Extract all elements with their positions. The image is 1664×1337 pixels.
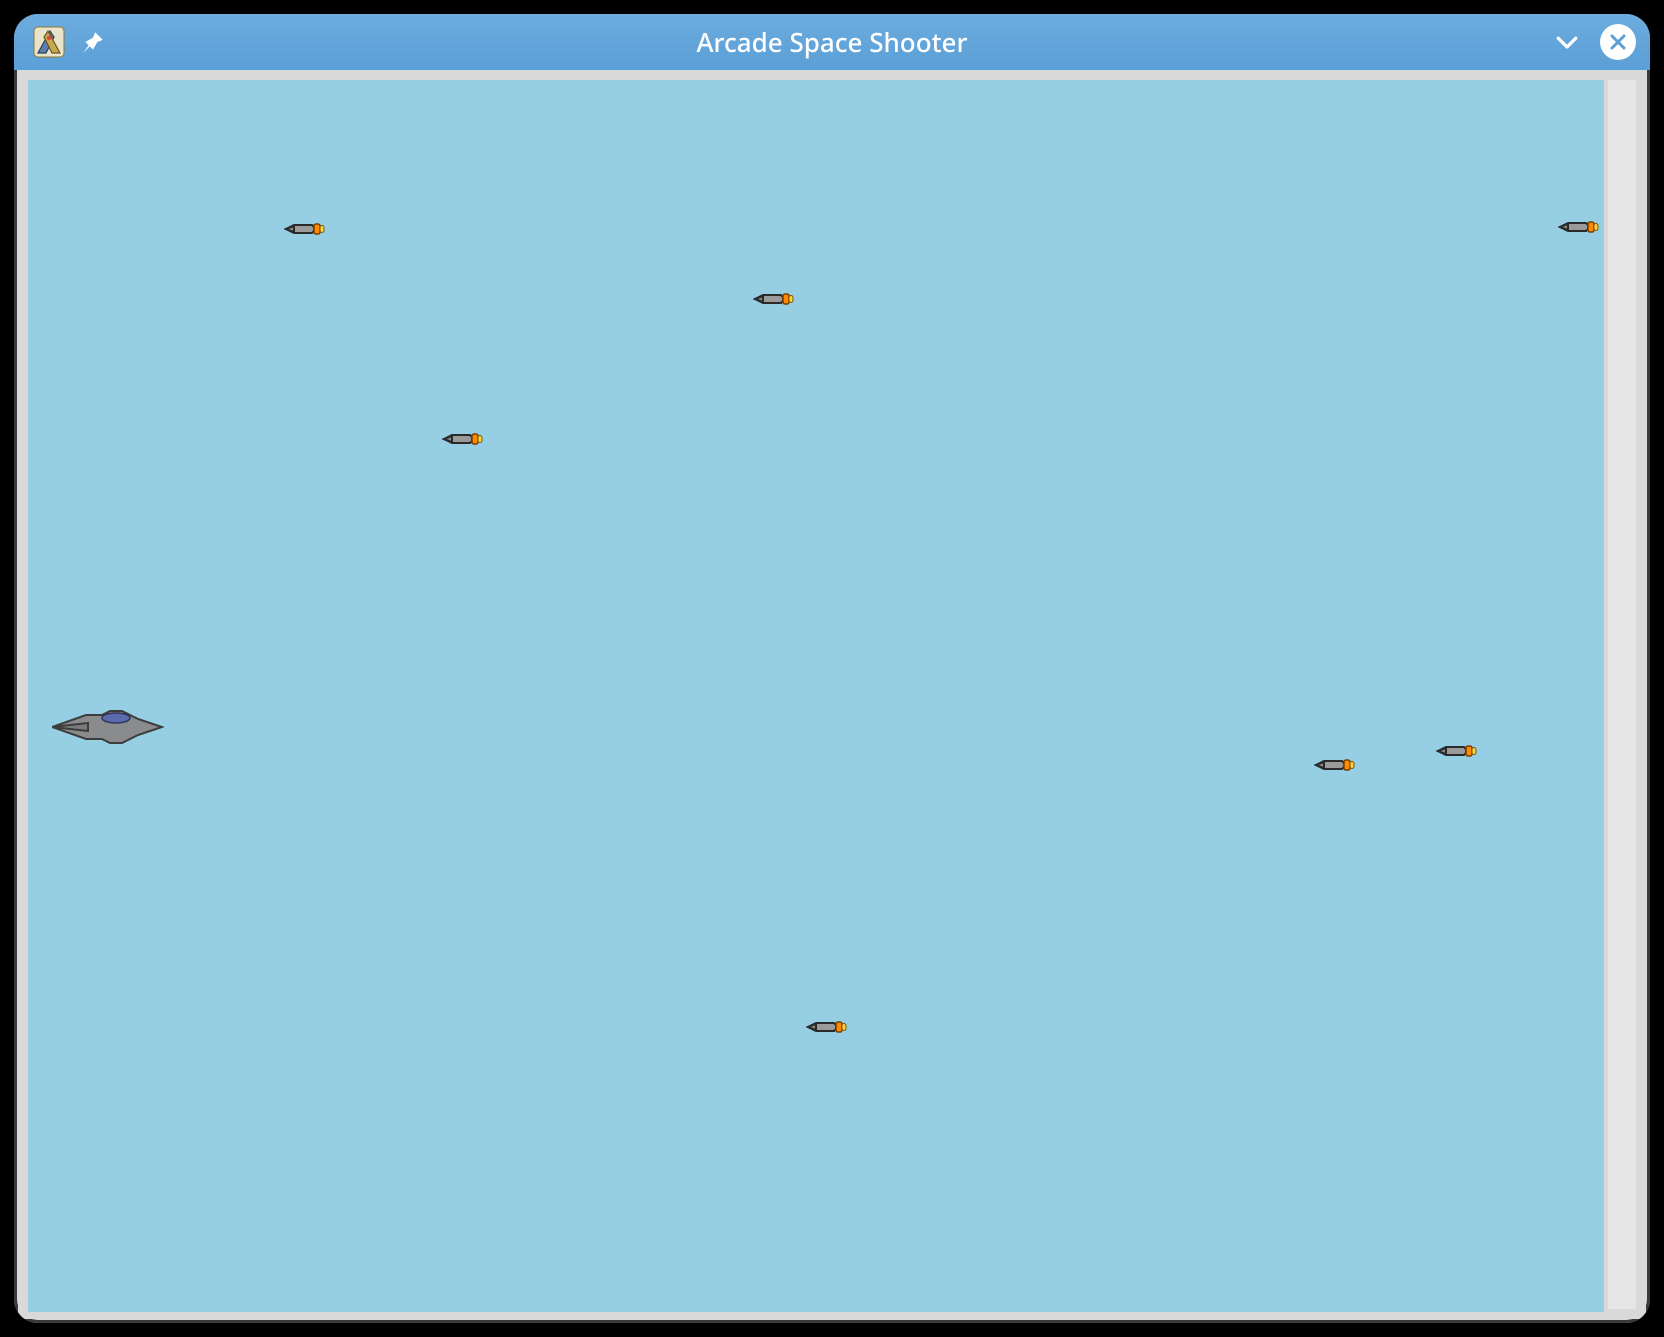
enemy-ship-4 (1314, 756, 1356, 772)
close-button[interactable] (1600, 24, 1636, 60)
enemy-ship-2 (1558, 218, 1600, 234)
app-window: Arcade Space Shooter (14, 14, 1650, 1323)
close-icon (1600, 24, 1636, 60)
pin-icon[interactable] (80, 29, 106, 55)
enemy-ship-1 (753, 290, 795, 306)
enemy-ship-3 (442, 430, 484, 446)
app-menu-icon[interactable] (32, 25, 66, 59)
enemy-ship-5 (1436, 742, 1478, 758)
client-area (18, 70, 1646, 1319)
titlebar-left-icons (14, 25, 106, 59)
titlebar[interactable]: Arcade Space Shooter (14, 14, 1650, 70)
titlebar-right-icons (1552, 14, 1636, 70)
player-ship (52, 705, 164, 749)
game-canvas[interactable] (28, 80, 1604, 1312)
vertical-scrollbar[interactable] (1608, 80, 1636, 1309)
window-title: Arcade Space Shooter (14, 24, 1650, 60)
minimize-icon[interactable] (1552, 27, 1582, 57)
enemy-ship-6 (806, 1018, 848, 1034)
enemy-ship-0 (284, 220, 326, 236)
